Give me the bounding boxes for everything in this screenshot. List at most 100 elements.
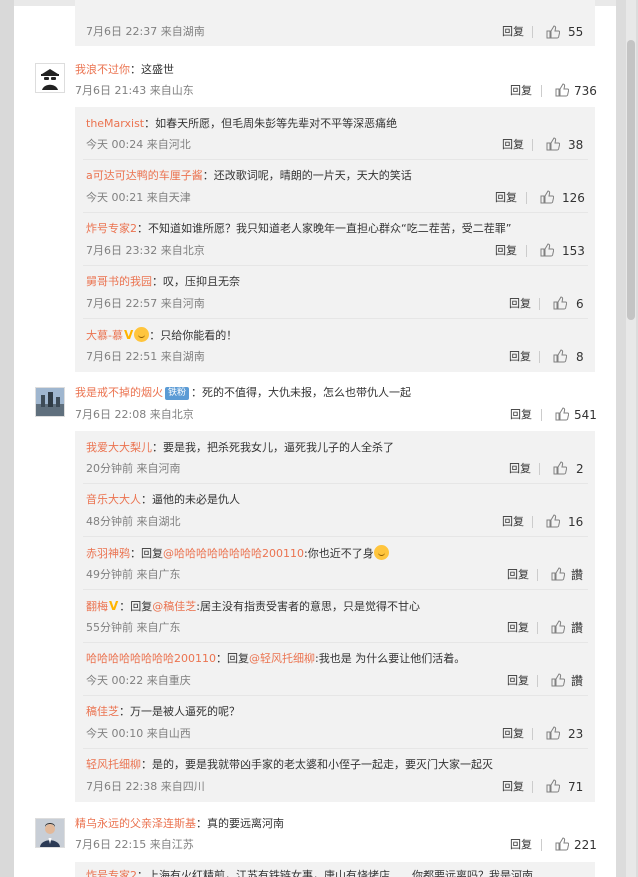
author-name[interactable]: 哈哈哈哈哈哈哈哈200110 — [86, 652, 216, 665]
thumbs-up-icon[interactable] — [551, 567, 565, 581]
author-name[interactable]: theMarxist — [86, 117, 144, 130]
thumbs-up-icon[interactable] — [546, 726, 560, 740]
reply-body: :我也是 为什么要让他们活着。 — [315, 652, 466, 665]
thumbs-up-icon[interactable] — [553, 349, 567, 363]
thumbs-up-icon[interactable] — [546, 137, 560, 151]
avatar[interactable] — [35, 818, 65, 848]
reply-button[interactable]: 回复 — [502, 780, 524, 794]
thumbs-up-icon[interactable] — [546, 514, 560, 528]
reply-body: 是的，要是我就带凶手家的老太婆和小侄子一起走，要灭门大家一起灭 — [152, 758, 493, 771]
reply-button[interactable]: 回复 — [495, 244, 517, 258]
author-name[interactable]: 我是戒不掉的烟火 — [75, 386, 163, 399]
thumbs-up-icon[interactable] — [555, 837, 569, 851]
thumbs-up-icon[interactable] — [540, 243, 554, 257]
comment-body: 真的要远离河南 — [207, 817, 284, 830]
reply-body: 要是我，把杀死我女儿，逼死我儿子的人全杀了 — [163, 441, 394, 454]
separator — [532, 139, 533, 151]
like-count[interactable]: 讚 — [571, 621, 583, 635]
author-name[interactable]: 我浪不过你 — [75, 63, 130, 76]
reply-meta: 7月6日 22:51 来自湖南 — [86, 350, 205, 363]
author-name[interactable]: 舅哥书的我园 — [86, 275, 152, 288]
like-count[interactable]: 讚 — [571, 568, 583, 582]
member-emoji-icon — [134, 327, 150, 342]
author-name[interactable]: 轻风托细柳 — [86, 758, 141, 771]
author-name[interactable]: 精乌永远的父亲泽连斯基 — [75, 817, 196, 830]
divider — [83, 212, 588, 213]
thumbs-up-icon[interactable] — [540, 190, 554, 204]
author-name[interactable]: 炸号专家2 — [86, 222, 137, 235]
reply-body: :你也近不了身 — [304, 547, 374, 560]
thumbs-up-icon[interactable] — [551, 620, 565, 634]
author-name[interactable]: 翻梅 — [86, 600, 108, 613]
divider — [83, 536, 588, 537]
reply-text: 翻梅V：回复@稿佳芝:居主没有指责受害者的意思，只是觉得不甘心 — [86, 599, 421, 613]
separator — [532, 781, 533, 793]
scrollbar-thumb[interactable] — [627, 40, 635, 320]
avatar-image — [36, 388, 64, 416]
avatar[interactable] — [35, 387, 65, 417]
reply-body: 如春天所愿，但毛周朱彭等先辈对不平等深恶痛绝 — [155, 117, 398, 130]
reply-button[interactable]: 回复 — [510, 408, 532, 422]
reply-button[interactable]: 回复 — [495, 191, 517, 205]
reply-button[interactable]: 回复 — [507, 674, 529, 688]
like-count: 153 — [562, 244, 585, 258]
author-name[interactable]: 大慕-慕 — [86, 329, 123, 342]
reply-meta: 今天 00:24 来自河北 — [86, 138, 191, 151]
fan-badge: 铁粉 — [165, 387, 190, 400]
comment-body: 这盛世 — [141, 63, 174, 76]
reply-button[interactable]: 回复 — [509, 462, 531, 476]
reply-meta: 今天 00:22 来自重庆 — [86, 674, 191, 687]
reply-button[interactable]: 回复 — [509, 350, 531, 364]
mention-link[interactable]: @哈哈哈哈哈哈哈哈200110 — [163, 547, 304, 560]
separator — [526, 192, 527, 204]
like-count[interactable]: 讚 — [571, 674, 583, 688]
author-name[interactable]: 我爱大大梨儿 — [86, 441, 152, 454]
mention-link[interactable]: @稿佳芝 — [152, 600, 196, 613]
comment-body: 死的不值得，大仇未报，怎么也带仇人一起 — [202, 386, 412, 399]
comment-meta: 7月6日 22:15 来自江苏 — [75, 838, 194, 851]
thumbs-up-icon[interactable] — [553, 296, 567, 310]
reply-body: 叹，压抑且无奈 — [163, 275, 240, 288]
author-name[interactable]: 稿佳芝 — [86, 705, 119, 718]
thumbs-up-icon[interactable] — [546, 25, 560, 39]
author-name[interactable]: 炸号专家2 — [86, 869, 137, 877]
separator — [541, 409, 542, 421]
reply-button[interactable]: 回复 — [502, 138, 524, 152]
reply-button[interactable]: 回复 — [507, 568, 529, 582]
reply-button[interactable]: 回复 — [507, 621, 529, 635]
separator — [537, 569, 538, 581]
like-count: 126 — [562, 191, 585, 205]
divider — [83, 159, 588, 160]
verified-v-icon: V — [123, 328, 134, 342]
mention-link[interactable]: @轻风托细柳 — [249, 652, 315, 665]
avatar[interactable] — [35, 63, 65, 93]
reply-button[interactable]: 回复 — [510, 84, 532, 98]
separator — [537, 675, 538, 687]
reply-button[interactable]: 回复 — [509, 297, 531, 311]
author-name[interactable]: a可达可达鸭的车厘子酱 — [86, 169, 203, 182]
author-name[interactable]: 赤羽神鸦 — [86, 547, 130, 560]
divider — [83, 642, 588, 643]
like-count: 6 — [576, 297, 584, 311]
like-count: 16 — [568, 515, 584, 529]
reply-button[interactable]: 回复 — [502, 727, 524, 741]
comment-text: 精乌永远的父亲泽连斯基：真的要远离河南 — [75, 817, 284, 830]
reply-meta: 7月6日 22:38 来自四川 — [86, 780, 205, 793]
thumbs-up-icon[interactable] — [546, 779, 560, 793]
like-count: 55 — [568, 25, 584, 39]
thumbs-up-icon[interactable] — [555, 83, 569, 97]
thumbs-up-icon[interactable] — [553, 461, 567, 475]
separator — [539, 463, 540, 475]
thumbs-up-icon[interactable] — [555, 407, 569, 421]
reply-button[interactable]: 回复 — [502, 515, 524, 529]
like-count: 23 — [568, 727, 584, 741]
like-count: 38 — [568, 138, 584, 152]
author-name[interactable]: 音乐大大人 — [86, 493, 141, 506]
like-count: 8 — [576, 350, 584, 364]
comment-meta: 7月6日 21:43 来自山东 — [75, 84, 194, 97]
divider — [83, 748, 588, 749]
reply-prefix: 回复 — [227, 652, 249, 665]
reply-button[interactable]: 回复 — [510, 838, 532, 852]
thumbs-up-icon[interactable] — [551, 673, 565, 687]
reply-button[interactable]: 回复 — [502, 25, 524, 39]
